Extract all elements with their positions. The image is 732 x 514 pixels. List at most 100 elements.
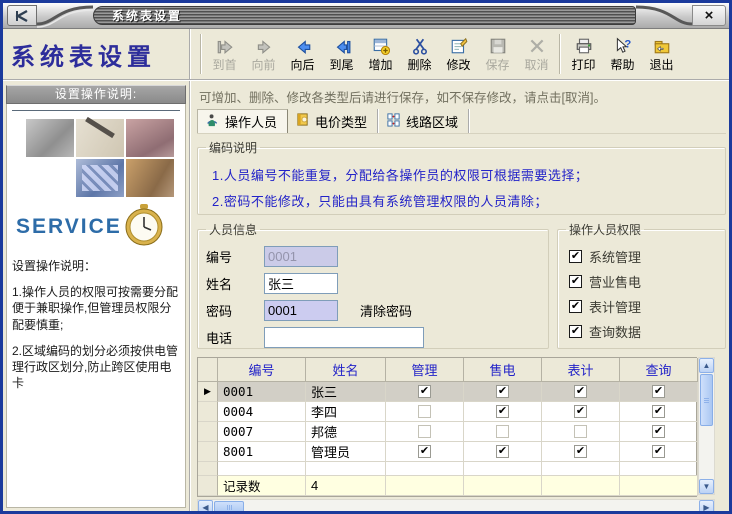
checkbox-icon[interactable]: ✔: [574, 385, 587, 398]
cell-id[interactable]: 0001: [218, 382, 306, 402]
cell-check[interactable]: ✔: [464, 402, 542, 422]
cell-id[interactable]: 0007: [218, 422, 306, 442]
cell-check[interactable]: ✔: [620, 382, 698, 402]
checkbox-icon[interactable]: ✔: [652, 445, 665, 458]
last-button[interactable]: 到尾: [322, 32, 361, 76]
table-row[interactable]: 0004李四 ✔ ✔ ✔: [198, 402, 696, 422]
cell-check[interactable]: ✔: [464, 442, 542, 462]
checkbox-icon[interactable]: ✔: [496, 405, 509, 418]
clear-password-label[interactable]: 清除密码: [360, 301, 412, 320]
column-header[interactable]: 查询: [620, 358, 698, 382]
column-header[interactable]: 售电: [464, 358, 542, 382]
coding-note-line: 1.人员编号不能重复，分配给各操作员的权限可根据需要选择；: [212, 165, 717, 184]
checkbox-icon[interactable]: ✔: [418, 445, 431, 458]
permission-item[interactable]: ✔查询数据: [569, 323, 717, 340]
column-header[interactable]: 表计: [542, 358, 620, 382]
vertical-scroll-thumb[interactable]: [700, 374, 713, 426]
checkbox-icon[interactable]: ✔: [418, 385, 431, 398]
column-header[interactable]: 编号: [218, 358, 306, 382]
print-button[interactable]: 打印: [564, 32, 603, 76]
next-button[interactable]: 向后: [283, 32, 322, 76]
checkbox-icon[interactable]: [496, 425, 509, 438]
scroll-right-button[interactable]: ▶: [699, 500, 714, 514]
password-field[interactable]: [264, 300, 338, 321]
help-button[interactable]: ?帮助: [603, 32, 642, 76]
cell-check[interactable]: [386, 422, 464, 442]
cell-check[interactable]: ✔: [542, 402, 620, 422]
checkbox-icon[interactable]: [574, 425, 587, 438]
save-icon: [489, 37, 507, 58]
checkbox-icon[interactable]: ✔: [652, 385, 665, 398]
close-button[interactable]: ×: [692, 5, 726, 26]
column-header[interactable]: 管理: [386, 358, 464, 382]
toolbar-button-label: 退出: [649, 59, 673, 72]
tab-pages[interactable]: 线路区域: [379, 109, 470, 133]
row-selector[interactable]: [198, 442, 218, 462]
checkbox-icon[interactable]: ✔: [574, 405, 587, 418]
checkbox-icon[interactable]: [418, 405, 431, 418]
first-button: 到首: [205, 32, 244, 76]
horizontal-scrollbar[interactable]: ◀ ▶: [197, 499, 715, 514]
cell-check[interactable]: [464, 422, 542, 442]
table-row[interactable]: 8001管理员 ✔ ✔ ✔ ✔: [198, 442, 696, 462]
edit-button[interactable]: 修改: [439, 32, 478, 76]
cell-id[interactable]: 0004: [218, 402, 306, 422]
exit-button[interactable]: 退出: [642, 32, 681, 76]
permission-item[interactable]: ✔ 表计管理: [569, 298, 717, 315]
row-selector[interactable]: [198, 422, 218, 442]
cell-check[interactable]: ✔: [386, 442, 464, 462]
row-selector[interactable]: [198, 402, 218, 422]
cell-check[interactable]: [386, 402, 464, 422]
cell-check[interactable]: ✔: [620, 442, 698, 462]
checkbox-icon[interactable]: ✔: [569, 250, 582, 263]
column-header[interactable]: 姓名: [306, 358, 386, 382]
scroll-down-button[interactable]: ▼: [699, 479, 714, 494]
row-selector[interactable]: ▶: [198, 382, 218, 402]
cell-name[interactable]: 邦德: [306, 422, 386, 442]
cell-id[interactable]: 8001: [218, 442, 306, 462]
vertical-scrollbar[interactable]: ▲ ▼: [698, 357, 715, 495]
cell-check[interactable]: ✔: [464, 382, 542, 402]
name-field[interactable]: [264, 273, 338, 294]
sidebar: 设置操作说明: SERVICE: [3, 81, 191, 511]
checkbox-icon[interactable]: [418, 425, 431, 438]
table-row[interactable]: 0007邦德 ✔: [198, 422, 696, 442]
print-icon: [575, 37, 593, 58]
cell-check[interactable]: ✔: [386, 382, 464, 402]
checkbox-icon[interactable]: ✔: [652, 405, 665, 418]
cell-check[interactable]: ✔: [620, 422, 698, 442]
add-button[interactable]: 增加: [361, 32, 400, 76]
checkbox-icon[interactable]: ✔: [569, 325, 582, 338]
toolbar-button-label: 删除: [407, 59, 431, 72]
checkbox-icon[interactable]: ✔: [496, 385, 509, 398]
operators-table[interactable]: 编号姓名管理售电表计查询▶0001张三✔✔✔✔0004李四✔✔✔0007邦德✔8…: [197, 357, 697, 497]
checkbox-icon[interactable]: ✔: [569, 275, 582, 288]
tab-book[interactable]: 电价类型: [288, 109, 379, 133]
permission-item[interactable]: ✔系统管理: [569, 248, 717, 265]
delete-button[interactable]: 删除: [400, 32, 439, 76]
permission-label: 表计管理: [589, 297, 641, 316]
tab-person[interactable]: 操作人员: [197, 109, 288, 133]
table-row[interactable]: ▶0001张三 ✔ ✔ ✔ ✔: [198, 382, 696, 402]
cell-check[interactable]: ✔: [542, 382, 620, 402]
cell-name[interactable]: 管理员: [306, 442, 386, 462]
field-row: 编号: [206, 245, 540, 267]
permission-item[interactable]: ✔营业售电: [569, 273, 717, 290]
cell-check[interactable]: ✔: [542, 442, 620, 462]
checkbox-icon[interactable]: ✔: [652, 425, 665, 438]
checkbox-icon[interactable]: ✔: [574, 445, 587, 458]
cell-check[interactable]: ✔: [620, 402, 698, 422]
scroll-left-button[interactable]: ◀: [198, 500, 213, 514]
cell-name[interactable]: 李四: [306, 402, 386, 422]
cell-name[interactable]: 张三: [306, 382, 386, 402]
field-label: 姓名: [206, 274, 264, 293]
phone-field[interactable]: [264, 327, 424, 348]
scroll-up-button[interactable]: ▲: [699, 358, 714, 373]
close-icon: ×: [705, 7, 714, 24]
checkbox-icon[interactable]: ✔: [569, 300, 582, 313]
pages-icon: [386, 112, 401, 130]
horizontal-scroll-thumb[interactable]: [214, 501, 244, 514]
cell-check[interactable]: [542, 422, 620, 442]
id-field: [264, 246, 338, 267]
checkbox-icon[interactable]: ✔: [496, 445, 509, 458]
